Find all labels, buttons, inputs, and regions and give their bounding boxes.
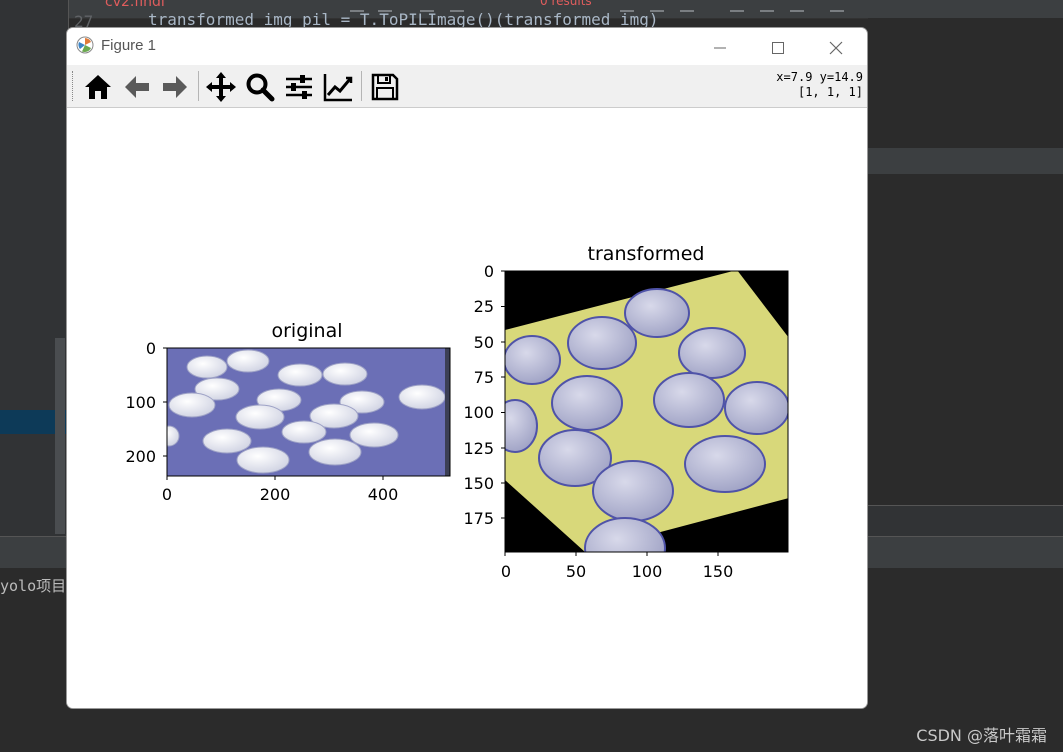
minimize-icon (714, 47, 726, 48)
original-image (167, 348, 450, 476)
console-text: yolo项目 (0, 577, 67, 595)
magnifier-icon[interactable] (244, 71, 276, 103)
title-bar[interactable]: Figure 1 (67, 28, 867, 65)
left-y-tick-label: 100 (125, 393, 156, 412)
figure-svg: original 0 100 200 0 200 400 transformed… (125, 243, 789, 581)
figure-window: Figure 1 x=7.9 y=14.9 [1, 1, 1] original… (67, 28, 867, 708)
ide-right-strip-lower (868, 505, 1063, 536)
right-y-tick-label: 175 (463, 509, 494, 528)
right-x-tick-label: 0 (501, 562, 511, 581)
left-x-tick-label: 400 (368, 485, 399, 504)
left-x-tick-label: 0 (162, 485, 172, 504)
left-plot-title: original (271, 320, 342, 342)
left-x-tick-label: 200 (260, 485, 291, 504)
coordinate-pixel-value: [1, 1, 1] (797, 85, 863, 99)
window-title: Figure 1 (101, 37, 157, 54)
matplotlib-app-icon (76, 36, 94, 54)
ide-toolbar-icon[interactable] (680, 0, 694, 12)
right-y-tick-label: 0 (484, 262, 494, 281)
toolbar-separator (198, 71, 199, 101)
ide-scrollbar[interactable] (55, 338, 65, 534)
arrow-left-icon[interactable] (121, 71, 153, 103)
ide-code-text: transformed_img_pil = T.ToPILImage()(tra… (148, 10, 659, 29)
ide-right-strip (868, 148, 1063, 174)
left-y-tick-label: 200 (125, 447, 156, 466)
coordinate-readout: x=7.9 y=14.9 [1, 1, 1] (776, 70, 863, 100)
toolbar-grip[interactable] (72, 71, 75, 101)
right-y-axis: 0 25 50 75 100 125 150 175 (463, 262, 505, 528)
move-icon[interactable] (205, 71, 237, 103)
ide-toolbar-icon[interactable] (790, 0, 804, 12)
right-x-tick-label: 100 (632, 562, 663, 581)
floppy-disk-icon[interactable] (369, 71, 401, 103)
right-y-tick-label: 150 (463, 474, 494, 493)
ide-toolbar-icon[interactable] (830, 0, 844, 12)
right-x-tick-label: 50 (566, 562, 586, 581)
ide-code-line: transformed_img_pil = T.ToPILImage()(tra… (70, 10, 670, 30)
left-y-tick-label: 0 (146, 339, 156, 358)
figure-canvas[interactable]: original 0 100 200 0 200 400 transformed… (67, 108, 867, 708)
toolbar-separator (361, 71, 362, 101)
ide-search-results: 0 results (540, 0, 592, 8)
line-chart-icon[interactable] (322, 71, 354, 103)
ide-toolbar-icon[interactable] (730, 0, 744, 12)
sliders-icon[interactable] (283, 71, 315, 103)
home-icon[interactable] (82, 71, 114, 103)
arrow-right-icon[interactable] (159, 71, 191, 103)
ide-side-panel (868, 18, 1063, 148)
minimize-button[interactable] (691, 28, 749, 65)
close-icon (829, 41, 843, 54)
matplotlib-toolbar: x=7.9 y=14.9 [1, 1, 1] (67, 65, 867, 108)
ide-search-text[interactable]: cv2.findi (105, 0, 165, 10)
right-y-tick-label: 100 (463, 403, 494, 422)
ide-toolbar-icon[interactable] (760, 0, 774, 12)
coordinate-xy: x=7.9 y=14.9 (776, 70, 863, 84)
right-plot-title: transformed (588, 243, 705, 265)
right-x-tick-label: 150 (703, 562, 734, 581)
right-y-tick-label: 50 (474, 333, 494, 352)
maximize-icon (772, 41, 784, 54)
right-x-axis: 0 50 100 150 (501, 552, 733, 581)
right-y-tick-label: 125 (463, 439, 494, 458)
watermark: CSDN @落叶霜霜 (916, 726, 1047, 745)
maximize-button[interactable] (749, 28, 807, 65)
right-y-tick-label: 75 (474, 368, 494, 387)
left-y-axis: 0 100 200 (125, 339, 167, 466)
close-button[interactable] (807, 28, 865, 65)
transformed-image (505, 271, 788, 552)
right-y-tick-label: 25 (474, 297, 494, 316)
left-x-axis: 0 200 400 (162, 476, 398, 504)
